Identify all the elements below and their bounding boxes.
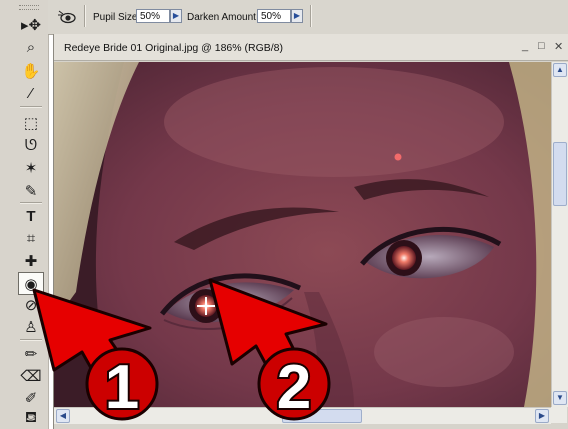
palette-divider (20, 106, 42, 108)
scroll-up-button[interactable]: ▲ (553, 63, 567, 77)
marquee-tool-icon[interactable]: ⬚ (19, 112, 43, 133)
horizontal-scrollbar[interactable]: ◀ ▶ (54, 407, 551, 424)
scroll-left-button[interactable]: ◀ (56, 409, 70, 423)
options-bar: Pupil Size 50% ▶ Darken Amount 50% ▶ (48, 0, 568, 35)
paint-bucket-tool-icon[interactable]: ⛾ (19, 408, 43, 429)
lasso-tool-icon[interactable]: ᘎ (19, 135, 43, 156)
red-eye-preset-icon[interactable] (56, 8, 78, 26)
brush-tool-icon[interactable]: ✐ (19, 387, 43, 408)
quick-selection-tool-icon[interactable]: ✎ (19, 180, 43, 201)
scroll-down-button[interactable]: ▼ (553, 391, 567, 405)
vertical-scroll-thumb[interactable] (553, 142, 567, 206)
clone-stamp-tool-icon[interactable]: ♙ (19, 316, 43, 337)
pupil-size-label: Pupil Size (93, 12, 138, 23)
hand-tool-icon[interactable]: ✋ (19, 60, 43, 81)
scrollbar-corner (551, 407, 567, 423)
spot-healing-tool-icon[interactable]: ✚ (19, 250, 43, 271)
tools-palette: ▸✥ ⌕ ✋ ⁄ ⬚ ᘎ ✶ ✎ T ⌗ ✚ ◉ ⊘ ♙ ✏ ⌫ ✐ ⛾ (0, 0, 49, 429)
darken-amount-label: Darken Amount (187, 12, 256, 23)
eyedropper-tool-icon[interactable]: ⁄ (19, 83, 43, 104)
horizontal-scroll-thumb[interactable] (282, 409, 362, 423)
pupil-size-dropdown-arrow[interactable]: ▶ (170, 9, 182, 23)
move-tool-icon[interactable]: ▸✥ (19, 14, 43, 35)
document-title-bar[interactable]: Redeye Bride 01 Original.jpg @ 186% (RGB… (54, 34, 568, 61)
document-window: Redeye Bride 01 Original.jpg @ 186% (RGB… (53, 34, 568, 429)
crop-tool-icon[interactable]: ⌗ (19, 228, 43, 249)
red-eye-tool-icon[interactable]: ◉ (18, 272, 44, 295)
photo (54, 62, 551, 407)
magic-wand-tool-icon[interactable]: ✶ (19, 157, 43, 178)
pencil-tool-icon[interactable]: ✏ (19, 343, 43, 364)
options-divider (84, 5, 86, 27)
healing-brush-tool-icon[interactable]: ⊘ (19, 294, 43, 315)
image-canvas[interactable] (54, 62, 551, 407)
close-button[interactable]: ✕ (554, 40, 563, 53)
document-title: Redeye Bride 01 Original.jpg @ 186% (RGB… (64, 42, 284, 54)
eraser-tool-icon[interactable]: ⌫ (19, 365, 43, 386)
palette-divider (20, 339, 42, 341)
scroll-right-button[interactable]: ▶ (535, 409, 549, 423)
palette-grip[interactable] (19, 5, 39, 10)
darken-amount-dropdown-arrow[interactable]: ▶ (291, 9, 303, 23)
zoom-tool-icon[interactable]: ⌕ (19, 37, 43, 58)
options-divider (310, 5, 312, 27)
darken-amount-field[interactable]: 50% (257, 9, 291, 23)
palette-divider (20, 202, 42, 204)
maximize-button[interactable]: □ (538, 40, 545, 52)
vertical-scrollbar[interactable]: ▲ ▼ (551, 62, 568, 407)
pupil-size-field[interactable]: 50% (136, 9, 170, 23)
minimize-button[interactable]: _ (522, 40, 528, 52)
type-tool-icon[interactable]: T (19, 206, 43, 227)
